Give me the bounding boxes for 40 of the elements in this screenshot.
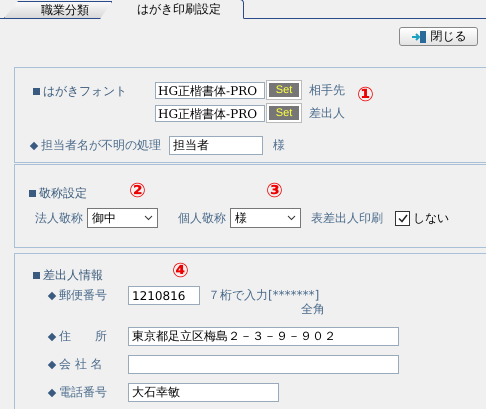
marker-number: ④ [172,260,189,280]
input-field[interactable]: 1210816 [128,286,200,305]
marker-number: ③ [266,180,283,200]
field-label: 表差出人印刷 [311,210,383,226]
field-label: 担当者名が不明の処理 [29,137,169,154]
font-label: 相手先 [309,82,345,98]
field-label: 電話番号 [47,384,128,401]
checkmark-icon [398,214,408,222]
section-title: 差出人情報 [33,267,103,284]
marker-number: ② [129,180,146,200]
close-button[interactable]: 閉じる [399,27,478,46]
section-title: はがきフォント [33,84,127,98]
chevron-icon [144,215,153,221]
suffix-label: 様 [273,137,285,154]
hint-text: ７桁で入力[*******] [208,287,320,303]
honorific-dropdown[interactable]: 御中 [87,208,158,228]
field-label: 法人敬称 [35,210,83,226]
set-button[interactable]: Set [267,81,301,99]
tab[interactable]: はがき印刷設定 [100,0,244,19]
checkbox-label: しない [413,210,449,226]
input-field[interactable]: 東京都足立区梅島２－３－９－９０２ [128,327,399,346]
font-field[interactable]: HG正楷書体-PRO [155,82,265,98]
tab[interactable]: 職業分類 [4,1,112,18]
field-label: 会 社 名 [47,356,128,373]
input-field[interactable]: 大石幸敏 [128,383,279,402]
field-label: 住 所 [47,328,128,345]
input-field[interactable] [128,355,399,374]
checkbox[interactable] [395,210,410,226]
section-title: 敬称設定 [29,185,129,202]
input-field[interactable]: 担当者 [169,136,263,155]
marker-number: ① [357,84,374,104]
note-text: 全角 [301,301,325,318]
honorific-dropdown[interactable]: 様 [230,208,301,228]
door-icon [410,30,426,44]
font-field[interactable]: HG正楷書体-PRO [155,104,265,122]
chevron-icon [287,215,296,221]
font-label: 差出人 [309,104,345,122]
field-label: 郵便番号 [47,287,128,304]
field-label: 個人敬称 [178,210,226,226]
set-button[interactable]: Set [267,104,301,122]
